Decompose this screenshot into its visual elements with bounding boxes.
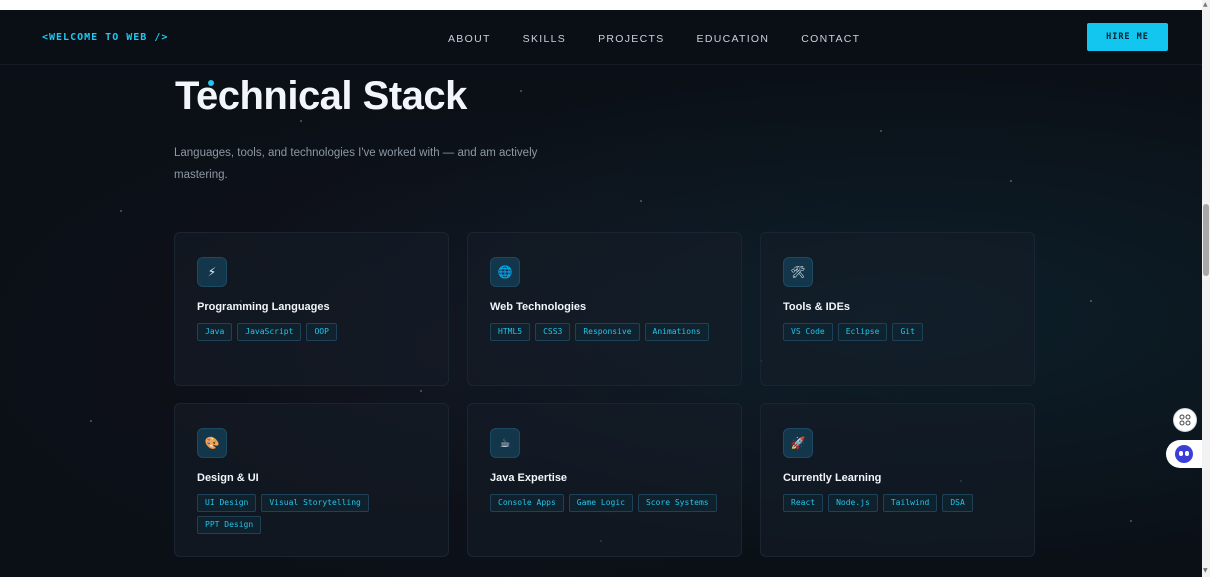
skill-tag: Git — [892, 323, 923, 341]
tools-icon: 🛠 — [783, 257, 813, 287]
apps-widget-button[interactable] — [1173, 408, 1197, 432]
skill-tag: Game Logic — [568, 494, 633, 512]
palette-icon: 🎨 — [197, 428, 227, 458]
tag-list: HTML5 CSS3 Responsive Animations — [490, 323, 730, 341]
assistant-bot-button[interactable] — [1166, 440, 1202, 468]
skill-tag: UI Design — [197, 494, 257, 512]
nav-link-about[interactable]: ABOUT — [448, 33, 491, 45]
tag-list: UI Design Visual Storytelling PPT Design — [197, 494, 437, 534]
card-title: Design & UI — [197, 472, 259, 484]
skill-tag: Console Apps — [490, 494, 564, 512]
title-accent-dot — [208, 80, 214, 86]
nav-link-projects[interactable]: PROJECTS — [598, 33, 664, 45]
skill-tag: Visual Storytelling — [261, 494, 369, 512]
rocket-icon: 🚀 — [783, 428, 813, 458]
apps-grid-icon — [1179, 414, 1191, 426]
bot-face-icon — [1175, 445, 1193, 463]
scrollbar-thumb[interactable] — [1203, 204, 1209, 276]
skill-tag: React — [783, 494, 824, 512]
skill-tag: Responsive — [575, 323, 640, 341]
nav-link-education[interactable]: EDUCATION — [697, 33, 770, 45]
tag-list: React Node.js Tailwind DSA — [783, 494, 1023, 512]
coffee-icon: ☕ — [490, 428, 520, 458]
skill-card-java-expertise: ☕ Java Expertise Console Apps Game Logic… — [467, 403, 742, 557]
skill-tag: HTML5 — [490, 323, 531, 341]
skill-tag: Score Systems — [637, 494, 717, 512]
card-title: Java Expertise — [490, 472, 568, 484]
skill-tag: Node.js — [828, 494, 878, 512]
scroll-up-arrow-icon[interactable]: ▲ — [1203, 2, 1208, 8]
skill-card-web-technologies: 🌐 Web Technologies HTML5 CSS3 Responsive… — [467, 232, 742, 386]
skill-card-tools-ides: 🛠 Tools & IDEs VS Code Eclipse Git — [760, 232, 1035, 386]
section-subtitle: Languages, tools, and technologies I've … — [174, 147, 538, 181]
tag-list: Java JavaScript OOP — [197, 323, 437, 341]
page-scrollbar[interactable]: ▲ ▼ — [1202, 0, 1210, 577]
navbar: <WELCOME TO WEB /> ABOUT SKILLS PROJECTS… — [0, 10, 1202, 65]
tag-list: VS Code Eclipse Git — [783, 323, 1023, 341]
skill-card-design-ui: 🎨 Design & UI UI Design Visual Storytell… — [174, 403, 449, 557]
browser-top-strip — [0, 0, 1202, 10]
nav-link-contact[interactable]: CONTACT — [801, 33, 860, 45]
nav-links: ABOUT SKILLS PROJECTS EDUCATION CONTACT — [448, 33, 860, 45]
skill-tag: JavaScript — [237, 323, 302, 341]
globe-icon: 🌐 — [490, 257, 520, 287]
skill-tag: Tailwind — [882, 494, 938, 512]
skill-tag: Animations — [644, 323, 709, 341]
card-title: Currently Learning — [783, 472, 882, 484]
site-logo[interactable]: <WELCOME TO WEB /> — [42, 32, 168, 43]
scroll-down-arrow-icon[interactable]: ▼ — [1203, 568, 1208, 574]
card-title: Tools & IDEs — [783, 301, 851, 313]
skill-card-currently-learning: 🚀 Currently Learning React Node.js Tailw… — [760, 403, 1035, 557]
tag-list: Console Apps Game Logic Score Systems — [490, 494, 730, 512]
nav-link-skills[interactable]: SKILLS — [523, 33, 566, 45]
skill-tag: OOP — [306, 323, 337, 341]
skill-tag: DSA — [942, 494, 973, 512]
skill-tag: VS Code — [783, 323, 833, 341]
hire-me-button[interactable]: HIRE ME — [1087, 23, 1168, 51]
skill-card-programming-languages: ⚡ Programming Languages Java JavaScript … — [174, 232, 449, 386]
section-title: Technical Stack — [175, 74, 467, 118]
skill-tag: CSS3 — [535, 323, 571, 341]
page-viewport: <WELCOME TO WEB /> ABOUT SKILLS PROJECTS… — [0, 0, 1202, 577]
skill-tag: PPT Design — [197, 516, 262, 534]
skill-tag: Java — [197, 323, 233, 341]
card-title: Programming Languages — [197, 301, 330, 313]
lightning-icon: ⚡ — [197, 257, 227, 287]
skill-tag: Eclipse — [837, 323, 888, 341]
card-title: Web Technologies — [490, 301, 587, 313]
